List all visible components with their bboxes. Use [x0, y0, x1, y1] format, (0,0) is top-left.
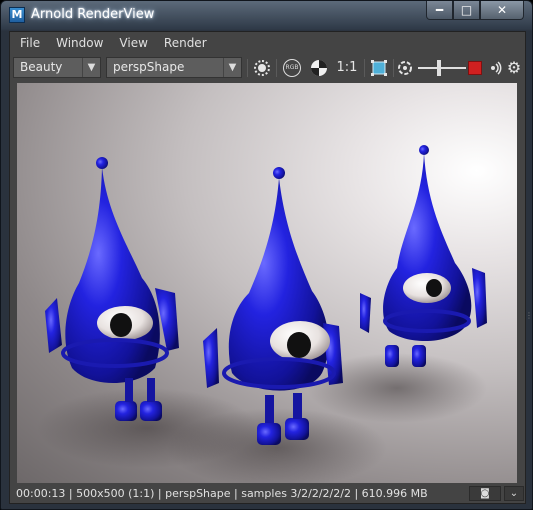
menu-window[interactable]: Window	[50, 36, 109, 50]
toolbar: Beauty ▼ perspShape ▼ RGB 1:1 ⚙	[10, 56, 525, 80]
maya-app-icon: M	[9, 7, 25, 23]
chevron-down-icon: ▼	[223, 58, 241, 77]
crop-region-graphic	[371, 60, 387, 76]
robot-character-right	[360, 145, 487, 367]
title-bar[interactable]: M Arnold RenderView ━ □ ✕	[1, 1, 532, 29]
menu-view[interactable]: View	[113, 36, 153, 50]
status-bar: 00:00:13 | 500x500 (1:1) | perspShape | …	[10, 484, 525, 504]
toolbar-separator	[393, 59, 394, 77]
crop-region-icon[interactable]	[369, 58, 389, 78]
ipr-broadcast-icon[interactable]	[484, 58, 504, 78]
ratio-button[interactable]: 1:1	[335, 58, 359, 78]
robot-character-left	[45, 157, 179, 421]
window-title: Arnold RenderView	[31, 7, 155, 22]
chevron-down-icon[interactable]: ⌄	[504, 486, 524, 501]
settings-gear-icon[interactable]: ⚙	[504, 58, 524, 78]
camera-dropdown[interactable]: perspShape ▼	[106, 57, 242, 78]
menu-render[interactable]: Render	[158, 36, 213, 50]
camera-dropdown-value: perspShape	[113, 60, 185, 74]
ipr-broadcast-graphic	[491, 61, 502, 75]
refresh-graphic	[398, 61, 412, 75]
toolbar-separator	[247, 59, 248, 77]
exposure-slider-handle[interactable]	[437, 60, 441, 76]
stop-render-icon[interactable]	[465, 58, 485, 78]
stop-square	[468, 61, 482, 75]
aov-dropdown[interactable]: Beauty ▼	[13, 57, 101, 78]
window-controls: ━ □ ✕	[426, 1, 524, 21]
rendered-image	[37, 145, 487, 483]
exposure-slider-track[interactable]	[418, 67, 466, 69]
refresh-icon[interactable]	[395, 58, 415, 78]
aov-dropdown-value: Beauty	[20, 60, 63, 74]
close-button[interactable]: ✕	[480, 1, 524, 20]
menu-file[interactable]: File	[14, 36, 46, 50]
toolbar-separator	[276, 59, 277, 77]
channel-circle-icon[interactable]	[252, 58, 272, 78]
minimize-button[interactable]: ━	[426, 1, 453, 20]
client-area: File Window View Render Beauty ▼ perspSh…	[9, 31, 526, 504]
toolbar-separator	[364, 59, 365, 77]
inner-dot	[258, 64, 266, 72]
rgb-icon[interactable]: RGB	[282, 58, 302, 78]
maximize-button[interactable]: □	[453, 1, 480, 20]
render-stats: 00:00:13 | 500x500 (1:1) | perspShape | …	[16, 487, 428, 500]
resize-grip[interactable]: ⋮	[525, 311, 533, 320]
chevron-down-icon: ▼	[82, 58, 100, 77]
render-viewport[interactable]	[17, 83, 517, 483]
exposure-pie-graphic	[311, 60, 327, 76]
camera-icon[interactable]: ◙	[469, 486, 501, 501]
menu-bar: File Window View Render	[10, 32, 525, 54]
rgb-badge: RGB	[283, 59, 301, 77]
render-view-window: M Arnold RenderView ━ □ ✕ File Window Vi…	[0, 0, 533, 510]
exposure-pie-icon[interactable]	[309, 58, 329, 78]
